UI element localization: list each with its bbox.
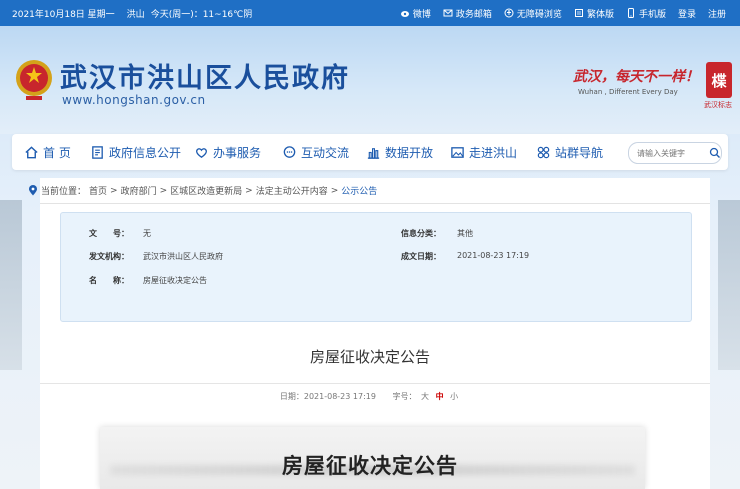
weather-city: 洪山 [126, 9, 145, 20]
city-slogan: 武汉，每天不一样！ [573, 69, 699, 85]
nav-item-label: 办事服务 [213, 145, 262, 160]
mail-icon [443, 9, 453, 17]
grid-icon [537, 146, 550, 158]
nav-item-label: 数据开放 [385, 145, 434, 160]
nav-item-label: 首 页 [43, 145, 71, 160]
wuhan-logo-seal: 楪 [706, 62, 732, 98]
national-emblem-icon [16, 60, 52, 100]
nav-item-about-hongshan[interactable]: 走进洪山 [450, 144, 517, 161]
weibo-label: 微博 [412, 9, 431, 20]
image-icon [451, 146, 464, 158]
breadcrumb: 当前位置： 首页 > 政府部门 > 区城区改造更新局 > 法定主动公开内容 > … [28, 184, 377, 197]
traditional-label: 繁体版 [586, 9, 614, 20]
nav-item-home[interactable]: 首 页 [24, 144, 71, 161]
font-size-small[interactable]: 小 [450, 392, 458, 401]
font-size-large[interactable]: 大 [421, 392, 429, 401]
main-nav: 首 页 政府信息公开 办事服务 互动交流 数据开放 走进洪山 站群导航 [12, 134, 728, 170]
document-info-box: 文 号： 无 信息分类： 其他 发文机构： 武汉市洪山区人民政府 成文日期： 2… [60, 212, 692, 322]
wuhan-logo-label: 武汉标志 [704, 101, 732, 109]
mobile-link[interactable]: 手机版 [626, 7, 666, 20]
breadcrumb-prefix: 当前位置： [41, 187, 87, 197]
mail-link[interactable]: 政务邮箱 [443, 7, 492, 20]
scanned-document-title: 房屋征收决定公告 [282, 453, 458, 478]
background-building-right [718, 200, 740, 370]
article-date: 2021-08-23 17:19 [303, 392, 376, 401]
traditional-link[interactable]: 繁体版 [574, 7, 614, 20]
nav-item-label: 站群导航 [555, 145, 604, 160]
issuer-label: 发文机构： [89, 252, 129, 261]
nav-item-label: 走进洪山 [469, 145, 518, 160]
location-pin-icon [29, 185, 37, 196]
search-input[interactable] [629, 144, 707, 162]
category-label: 信息分类： [401, 229, 441, 238]
heart-hands-icon [196, 147, 207, 158]
nav-item-interaction[interactable]: 互动交流 [282, 144, 349, 161]
top-links: 微博 政务邮箱 无障碍浏览 繁体版 手机版 登录 注册 [400, 7, 726, 20]
breadcrumb-separator: > [330, 185, 339, 196]
document-icon [92, 145, 103, 159]
nav-item-services[interactable]: 办事服务 [194, 144, 261, 161]
weather-info: 今天(周一)：11~16℃阴 [150, 9, 253, 20]
breadcrumb-separator: > [110, 185, 118, 196]
breadcrumb-item-departments[interactable]: 政府部门 [121, 184, 157, 197]
nav-item-gov-info[interactable]: 政府信息公开 [90, 144, 181, 161]
accessibility-icon [504, 8, 514, 18]
doc-number-value: 无 [143, 229, 151, 238]
top-bar: 2021年10月18日 星期一 洪山 今天(周一)：11~16℃阴 微博 政务邮… [0, 0, 740, 26]
doc-name-label: 名 称： [89, 276, 129, 285]
login-link[interactable]: 登录 [678, 7, 696, 20]
article-title: 房屋征收决定公告 [309, 348, 430, 366]
mail-label: 政务邮箱 [455, 9, 492, 20]
title-divider [40, 383, 710, 384]
breadcrumb-separator: > [159, 185, 168, 196]
chat-icon [283, 145, 296, 158]
bar-chart-icon [367, 147, 380, 159]
date-label: 日期： [279, 392, 304, 401]
mobile-icon [627, 8, 634, 18]
site-title[interactable]: 武汉市洪山区人民政府 [60, 56, 350, 95]
written-date-label: 成文日期： [401, 252, 441, 261]
site-header: 武汉市洪山区人民政府 www.hongshan.gov.cn 武汉，每天不一样！… [0, 26, 740, 134]
breadcrumb-item-bureau[interactable]: 区城区改造更新局 [170, 184, 242, 197]
font-size-medium[interactable]: 中 [436, 392, 444, 401]
issuer-value: 武汉市洪山区人民政府 [143, 252, 223, 261]
breadcrumb-item-home[interactable]: 首页 [89, 184, 107, 197]
written-date-value: 2021-08-23 17:19 [457, 251, 530, 260]
accessibility-label: 无障碍浏览 [516, 9, 562, 20]
search-box [628, 142, 722, 164]
weibo-icon [400, 11, 409, 17]
site-url: www.hongshan.gov.cn [62, 93, 206, 107]
category-value: 其他 [457, 229, 473, 238]
city-slogan-english: Wuhan , Different Every Day [578, 88, 678, 96]
weibo-link[interactable]: 微博 [400, 7, 431, 20]
breadcrumb-item-notices[interactable]: 公示公告 [341, 184, 377, 197]
nav-item-label: 政府信息公开 [109, 145, 182, 160]
nav-item-site-nav[interactable]: 站群导航 [536, 144, 603, 161]
background-building-left [0, 200, 22, 370]
register-link[interactable]: 注册 [708, 7, 726, 20]
nav-item-label: 互动交流 [301, 145, 350, 160]
article-meta: 日期：2021-08-23 17:19 字号： 大 中 小 [0, 391, 740, 402]
doc-name-value: 房屋征收决定公告 [143, 276, 207, 285]
breadcrumb-divider [40, 203, 710, 204]
font-size-label: 字号： [392, 392, 417, 401]
mobile-label: 手机版 [638, 9, 666, 20]
nav-item-open-data[interactable]: 数据开放 [366, 144, 433, 161]
breadcrumb-item-disclosure[interactable]: 法定主动公开内容 [256, 184, 328, 197]
accessibility-link[interactable]: 无障碍浏览 [504, 7, 562, 20]
traditional-icon [574, 9, 583, 17]
current-date: 2021年10月18日 星期一 [12, 9, 115, 20]
breadcrumb-separator: > [245, 185, 253, 196]
home-icon [25, 145, 38, 158]
search-icon[interactable] [709, 147, 721, 159]
doc-number-label: 文 号： [89, 229, 129, 238]
